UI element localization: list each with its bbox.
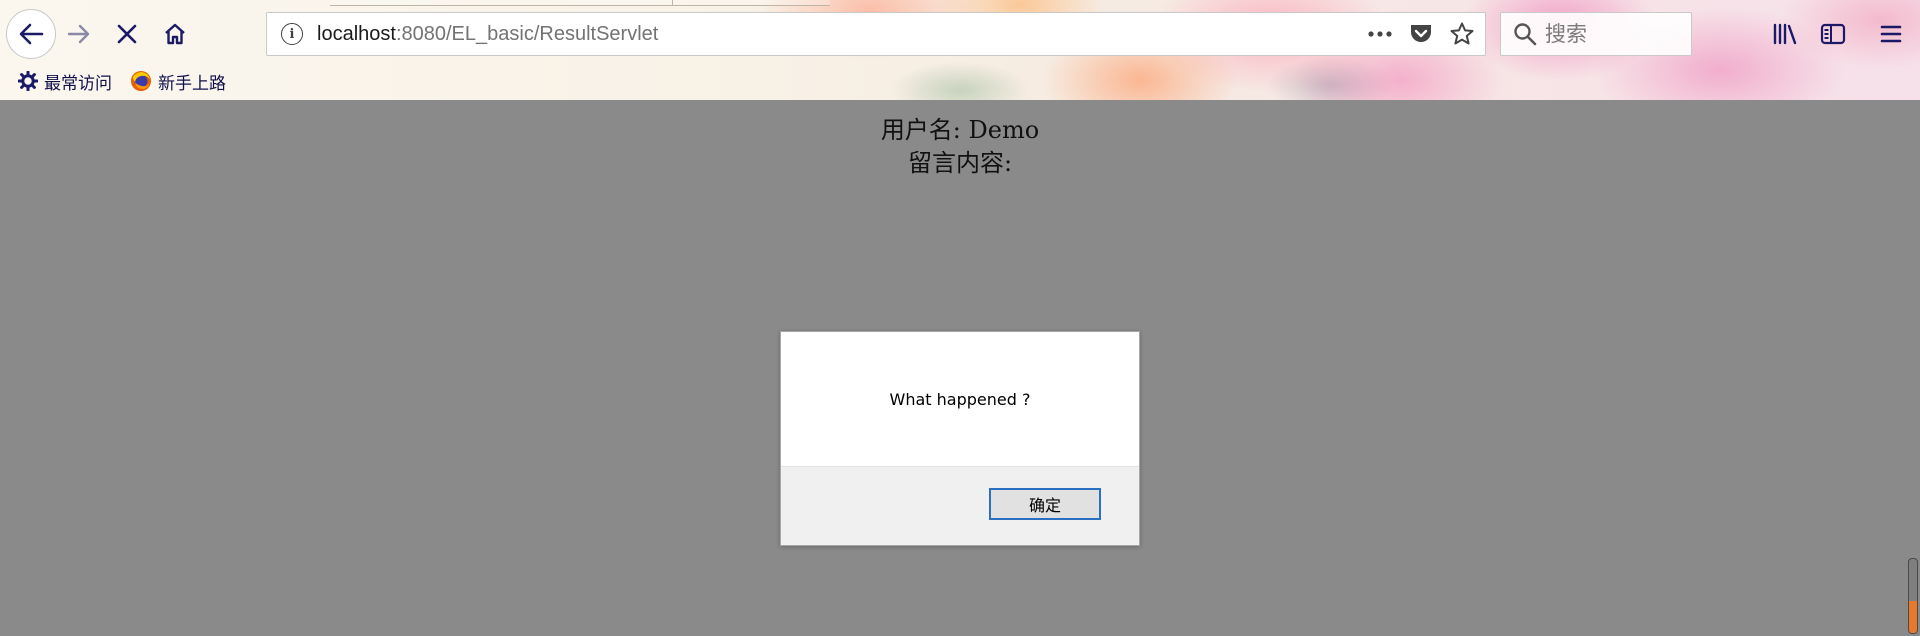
search-bar[interactable] [1500,12,1692,56]
bookmark-label: 新手上路 [158,73,226,94]
alert-footer: 确定 [781,466,1139,545]
pocket-icon[interactable] [1409,23,1433,45]
home-button[interactable] [158,17,192,51]
forward-button[interactable] [62,17,96,51]
bookmark-most-visited[interactable]: 最常访问 [18,69,112,94]
bookmark-getting-started[interactable]: 新手上路 [130,69,226,94]
back-arrow-icon [19,23,44,45]
more-actions-icon[interactable] [1367,30,1393,38]
page-content: 用户名: Demo 留言内容: What happened ? 确定 [0,100,1920,636]
url-path: :8080/EL_basic/ResultServlet [395,22,659,45]
search-icon [1513,22,1537,46]
info-icon[interactable]: i [281,23,303,45]
library-button[interactable] [1768,17,1802,51]
bookmarks-toolbar: 最常访问 新手上路 [18,68,226,94]
ok-button[interactable]: 确定 [989,488,1101,520]
username-line: 用户名: Demo [880,116,1040,144]
scrollbar-thumb[interactable] [1908,558,1918,634]
browser-toolbar: i localhost:8080/EL_basic/ResultServlet [0,0,1920,100]
result-content: 用户名: Demo 留言内容: [0,114,1920,180]
search-input[interactable] [1545,22,1675,46]
url-host: localhost [317,22,396,45]
back-button[interactable] [6,9,56,59]
library-icon [1773,23,1797,45]
hamburger-menu-icon [1880,25,1902,43]
sidebar-toggle-button[interactable] [1816,17,1850,51]
scrollbar-fill [1909,601,1917,633]
forward-arrow-icon [67,24,90,44]
firefox-icon [131,71,151,91]
url-bar[interactable]: i localhost:8080/EL_basic/ResultServlet [266,12,1486,56]
sidebar-icon [1820,23,1846,45]
url-text[interactable]: localhost:8080/EL_basic/ResultServlet [317,23,658,46]
bookmark-label: 最常访问 [44,73,112,94]
stop-button[interactable] [110,17,144,51]
alert-message: What happened ? [889,389,1031,409]
url-actions [1367,21,1475,47]
tab-strip-edge [330,0,830,6]
gear-icon [18,71,38,91]
menu-button[interactable] [1874,17,1908,51]
message-line: 留言内容: [907,149,1013,177]
home-icon [165,23,185,45]
bookmark-star-icon[interactable] [1449,21,1475,47]
alert-dialog: What happened ? 确定 [780,331,1140,546]
close-icon [117,24,137,44]
tab-divider [672,0,673,6]
